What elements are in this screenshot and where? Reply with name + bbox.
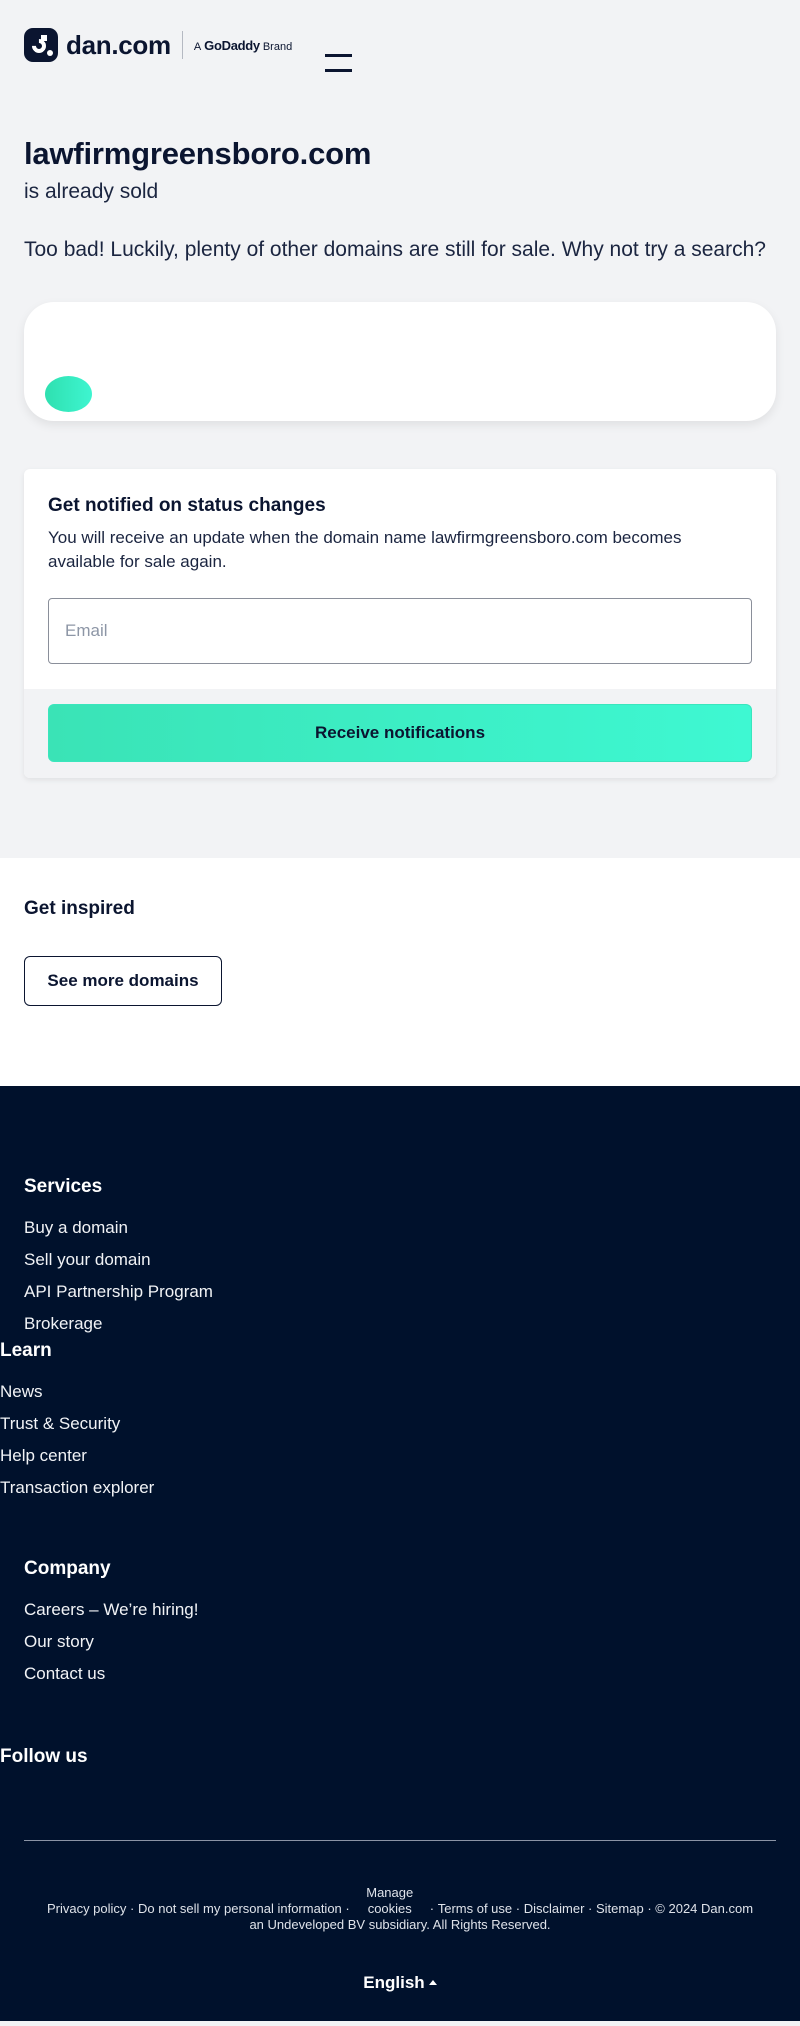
- sitemap-link[interactable]: Sitemap: [596, 1901, 644, 1917]
- footer-column-learn: Learn News Trust & Security Help center …: [0, 1340, 776, 1504]
- language-label: English: [363, 1973, 425, 1992]
- notify-title: Get notified on status changes: [48, 495, 326, 516]
- search-icon[interactable]: [45, 376, 92, 412]
- search-card[interactable]: [24, 302, 776, 421]
- footer-link[interactable]: News: [0, 1376, 776, 1408]
- footer-column-services: Services Buy a domain Sell your domain A…: [24, 1176, 776, 1340]
- manage-cookies-link[interactable]: Manage cookies: [350, 1885, 430, 1917]
- footer-link[interactable]: Help center: [0, 1440, 776, 1472]
- follow-us-title: Follow us: [0, 1746, 88, 1767]
- hamburger-icon[interactable]: [325, 54, 352, 72]
- notify-footer: Receive notifications: [24, 689, 776, 778]
- godaddy-brand: A GoDaddy Brand: [194, 38, 292, 53]
- privacy-policy-link[interactable]: Privacy policy: [47, 1901, 126, 1917]
- get-inspired-section: Get inspired See more domains: [0, 858, 800, 1086]
- hero-message: Too bad! Luckily, plenty of other domain…: [24, 238, 766, 261]
- footer-column-title: Learn: [0, 1340, 52, 1361]
- disclaimer-link[interactable]: Disclaimer: [524, 1901, 585, 1917]
- hero: lawfirmgreensboro.com is already sold To…: [24, 100, 776, 266]
- footer-link[interactable]: Contact us: [24, 1658, 776, 1690]
- dan-logo-icon: [24, 28, 58, 62]
- footer-column-title: Services: [24, 1176, 103, 1197]
- logo-divider: [181, 31, 183, 59]
- terms-link[interactable]: Terms of use: [438, 1901, 512, 1917]
- site-header: dan.com A GoDaddy Brand: [24, 0, 776, 100]
- page-title: lawfirmgreensboro.com: [24, 136, 372, 171]
- language-selector[interactable]: English: [24, 1973, 776, 2021]
- footer-link[interactable]: Trust & Security: [0, 1408, 776, 1440]
- sold-status: is already sold: [24, 180, 159, 203]
- site-footer: Services Buy a domain Sell your domain A…: [0, 1086, 800, 2021]
- brand-suffix: Brand: [262, 40, 293, 53]
- subsidiary-text: an Undeveloped BV subsidiary. All Rights…: [249, 1917, 551, 1932]
- footer-column-company: Company Careers – We’re hiring! Our stor…: [24, 1558, 776, 1690]
- caret-up-icon: [428, 1980, 437, 1985]
- footer-link[interactable]: Careers – We’re hiring!: [24, 1594, 776, 1626]
- brand-name: GoDaddy: [204, 37, 260, 53]
- footer-link[interactable]: Brokerage: [24, 1308, 776, 1340]
- footer-divider: [24, 1840, 776, 1841]
- do-not-sell-link[interactable]: Do not sell my personal information: [138, 1901, 342, 1917]
- footer-link[interactable]: Sell your domain: [24, 1244, 776, 1276]
- notify-description: You will receive an update when the doma…: [48, 528, 682, 571]
- footer-link[interactable]: Transaction explorer: [0, 1472, 776, 1504]
- email-field[interactable]: [48, 598, 752, 664]
- brand-prefix: A: [193, 40, 202, 53]
- footer-link[interactable]: Our story: [24, 1626, 776, 1658]
- inspired-title: Get inspired: [24, 898, 135, 919]
- notify-body: Get notified on status changes You will …: [24, 469, 776, 689]
- footer-link[interactable]: API Partnership Program: [24, 1276, 776, 1308]
- see-more-domains-button[interactable]: See more domains: [24, 956, 222, 1006]
- logo-text: dan.com: [66, 29, 171, 60]
- footer-column-title: Company: [24, 1558, 111, 1579]
- legal-links: Privacy policy · Do not sell my personal…: [24, 1885, 776, 1933]
- footer-link[interactable]: Buy a domain: [24, 1212, 776, 1244]
- copyright: © 2024 Dan.com: [655, 1901, 754, 1916]
- notify-card: Get notified on status changes You will …: [24, 469, 776, 778]
- dan-logo[interactable]: dan.com A GoDaddy Brand: [24, 28, 292, 62]
- receive-notifications-button[interactable]: Receive notifications: [48, 704, 752, 762]
- top-section: dan.com A GoDaddy Brand lawfirmgreensbor…: [0, 0, 800, 858]
